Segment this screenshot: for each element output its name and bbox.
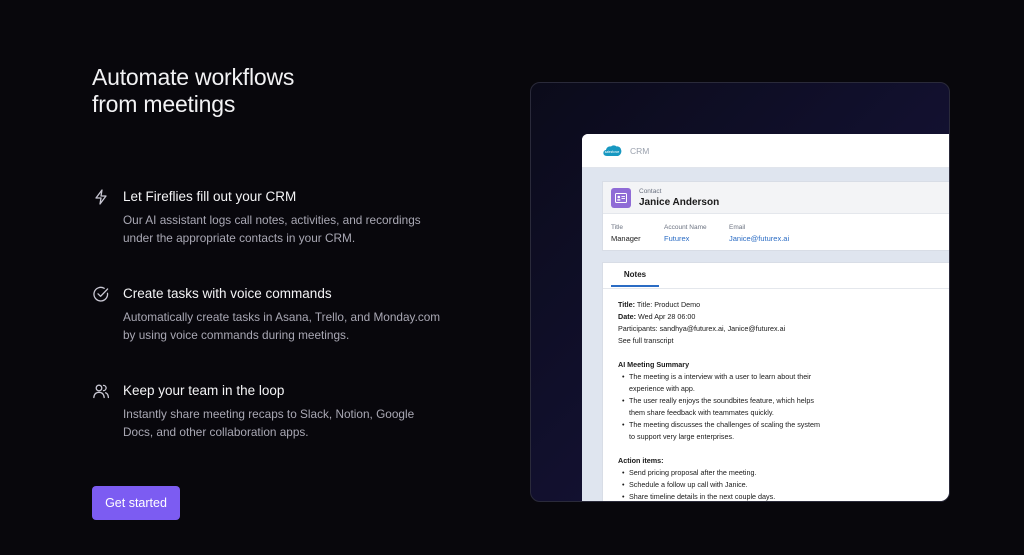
feature-description-line: Instantly share meeting recaps to Slack,… bbox=[123, 407, 415, 421]
summary-item-text: The meeting is a interview with a user t… bbox=[629, 371, 849, 395]
feature-description: Our AI assistant logs call notes, activi… bbox=[123, 212, 453, 247]
account-link[interactable]: Futurex bbox=[664, 234, 707, 243]
note-title-line: Title: Title: Product Demo bbox=[618, 299, 700, 311]
feature-description-line: Our AI assistant logs call notes, activi… bbox=[123, 213, 421, 227]
summary-item-line: experience with app. bbox=[629, 384, 695, 393]
note-date-label: Date: bbox=[618, 312, 636, 321]
bullet-dot: • bbox=[622, 492, 625, 501]
users-icon bbox=[93, 384, 110, 399]
email-link[interactable]: Janice@futurex.ai bbox=[729, 234, 789, 243]
summary-item-line: to support very large enterprises. bbox=[629, 432, 735, 441]
contact-record: Contact Janice Anderson Title Manager Ac… bbox=[602, 181, 949, 251]
feature-description-line: Docs, and other collaboration apps. bbox=[123, 424, 309, 439]
summary-item-text: The user really enjoys the soundbites fe… bbox=[629, 395, 849, 419]
summary-item-line: The user really enjoys the soundbites fe… bbox=[629, 396, 814, 405]
lightning-icon bbox=[95, 189, 107, 205]
tab-divider bbox=[603, 288, 949, 289]
note-participants-value: sandhya@futurex.ai, Janice@futurex.ai bbox=[659, 324, 786, 333]
note-participants-label: Participants: bbox=[618, 324, 658, 333]
feature-description: Automatically create tasks in Asana, Tre… bbox=[123, 309, 453, 344]
notes-panel: Notes Title: Title: Product Demo Date: W… bbox=[602, 262, 949, 501]
check-circle-icon bbox=[93, 286, 109, 302]
contact-account-field: Account Name Futurex bbox=[664, 224, 707, 243]
contact-type-label: Contact bbox=[639, 188, 662, 195]
summary-item-line: The meeting is a interview with a user t… bbox=[629, 372, 812, 381]
action-item-text: Send pricing proposal after the meeting. bbox=[629, 468, 757, 477]
note-participants-line: Participants: sandhya@futurex.ai, Janice… bbox=[618, 323, 785, 335]
feature-description-line: Automatically create tasks in Asana, Tre… bbox=[123, 310, 441, 324]
summary-item-line: them share feedback with teammates quick… bbox=[629, 408, 774, 417]
feature-title: Keep your team in the loop bbox=[123, 383, 285, 398]
contact-name: Janice Anderson bbox=[639, 197, 720, 208]
contact-email-field: Email Janice@futurex.ai bbox=[729, 224, 789, 243]
field-value: Manager bbox=[611, 234, 641, 243]
headline-line-2: from meetings bbox=[92, 91, 236, 117]
headline-line-1: Automate workflows bbox=[92, 64, 295, 90]
bullet-dot: • bbox=[622, 372, 625, 381]
contact-header: Contact Janice Anderson bbox=[603, 182, 949, 214]
section-headline: Automate workflows from meetings bbox=[92, 64, 294, 118]
bullet-dot: • bbox=[622, 420, 625, 429]
action-items-heading-text: Action items: bbox=[618, 456, 664, 465]
note-title-value: Title: Product Demo bbox=[636, 300, 701, 309]
transcript-link[interactable]: See full transcript bbox=[618, 335, 674, 347]
note-title-label: Title: bbox=[618, 300, 636, 309]
feature-description: Instantly share meeting recaps to Slack,… bbox=[123, 406, 453, 441]
feature-description-line: under the appropriate contacts in your C… bbox=[123, 230, 356, 245]
crm-window: salesforce CRM Contact Janice Anderson T… bbox=[582, 134, 949, 501]
field-label: Title bbox=[611, 224, 624, 231]
crm-preview-card: salesforce CRM Contact Janice Anderson T… bbox=[530, 82, 950, 502]
bullet-dot: • bbox=[622, 396, 625, 405]
action-item-text: Share timeline details in the next coupl… bbox=[629, 492, 776, 501]
bullet-dot: • bbox=[622, 480, 625, 489]
note-date-line: Date: Wed Apr 28 06:00 bbox=[618, 311, 695, 323]
crm-app-label: CRM bbox=[630, 146, 650, 156]
svg-text:salesforce: salesforce bbox=[605, 150, 620, 154]
action-item-text: Schedule a follow up call with Janice. bbox=[629, 480, 748, 489]
summary-item-line: The meeting discusses the challenges of … bbox=[629, 420, 820, 429]
contact-card-icon bbox=[611, 188, 631, 208]
crm-header: salesforce CRM bbox=[582, 134, 949, 168]
summary-item-text: The meeting discusses the challenges of … bbox=[629, 419, 849, 443]
summary-heading-text: AI Meeting Summary bbox=[618, 360, 690, 369]
note-date-value: Wed Apr 28 06:00 bbox=[637, 312, 696, 321]
id-card-icon bbox=[615, 193, 627, 203]
feature-description-line: by using voice commands during meetings. bbox=[123, 327, 350, 342]
get-started-button[interactable]: Get started bbox=[92, 486, 180, 520]
field-label: Account Name bbox=[664, 224, 707, 231]
tab-notes[interactable]: Notes bbox=[611, 263, 659, 287]
bullet-dot: • bbox=[622, 468, 625, 477]
feature-title: Create tasks with voice commands bbox=[123, 286, 332, 301]
salesforce-cloud-icon: salesforce bbox=[603, 145, 622, 156]
field-label: Email bbox=[729, 224, 746, 231]
contact-title-field: Title Manager bbox=[611, 224, 641, 243]
action-items-heading: Action items: bbox=[618, 455, 664, 467]
feature-title: Let Fireflies fill out your CRM bbox=[123, 189, 297, 204]
summary-heading: AI Meeting Summary bbox=[618, 359, 689, 371]
